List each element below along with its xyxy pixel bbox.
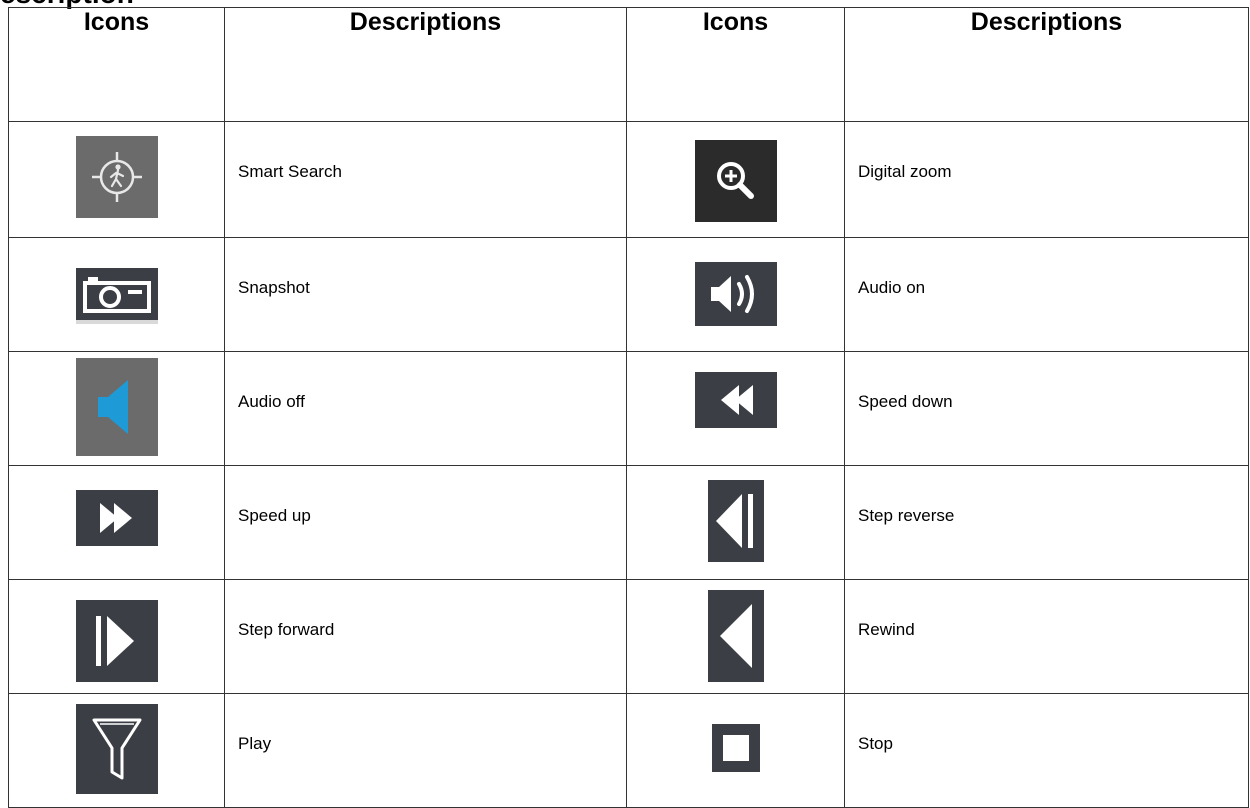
table-row: Speed up Step reverse <box>8 465 1249 580</box>
icon-legend-table: Icons Descriptions Icons Descriptions Sm… <box>8 7 1249 808</box>
step-forward-icon <box>75 600 158 682</box>
icon-cell <box>8 121 225 238</box>
digital-zoom-icon <box>694 140 777 222</box>
description-cell: Audio off <box>224 351 627 466</box>
description-cell: Snapshot <box>224 237 627 352</box>
icon-cell <box>626 465 845 580</box>
description-cell: Speed down <box>844 351 1249 466</box>
icon-cell <box>626 693 845 808</box>
icon-cell <box>8 237 225 352</box>
filter-funnel-icon <box>75 704 158 794</box>
icon-cell <box>626 121 845 238</box>
speed-down-icon <box>694 372 777 428</box>
icon-cell <box>626 351 845 466</box>
table-row: Step forward Rewind <box>8 579 1249 694</box>
description-cell: Step forward <box>224 579 627 694</box>
table-row: Smart Search Digital zoom <box>8 121 1249 238</box>
icon-cell <box>626 579 845 694</box>
description-cell: Digital zoom <box>844 121 1249 238</box>
icon-cell <box>8 693 225 808</box>
rewind-icon <box>707 590 764 682</box>
stop-icon <box>711 724 760 772</box>
table-row: Audio off Speed down <box>8 351 1249 466</box>
header-icons: Icons <box>8 7 225 122</box>
snapshot-camera-icon <box>75 268 158 324</box>
table-row: Play Stop <box>8 693 1249 808</box>
header-descriptions: Descriptions <box>224 7 627 122</box>
description-cell: Smart Search <box>224 121 627 238</box>
audio-off-icon <box>75 358 158 456</box>
icon-cell <box>626 237 845 352</box>
icon-cell <box>8 351 225 466</box>
description-cell: Rewind <box>844 579 1249 694</box>
table-header-row: Icons Descriptions Icons Descriptions <box>8 7 1249 122</box>
description-cell: Stop <box>844 693 1249 808</box>
speed-up-icon <box>75 490 158 546</box>
icon-cell <box>8 579 225 694</box>
header-icons: Icons <box>626 7 845 122</box>
icon-cell <box>8 465 225 580</box>
description-cell: Play <box>224 693 627 808</box>
audio-on-icon <box>694 262 777 326</box>
smart-search-icon <box>75 136 158 218</box>
step-reverse-icon <box>707 480 764 562</box>
table-row: Snapshot Audio on <box>8 237 1249 352</box>
header-descriptions: Descriptions <box>844 7 1249 122</box>
description-cell: Speed up <box>224 465 627 580</box>
description-cell: Step reverse <box>844 465 1249 580</box>
description-cell: Audio on <box>844 237 1249 352</box>
